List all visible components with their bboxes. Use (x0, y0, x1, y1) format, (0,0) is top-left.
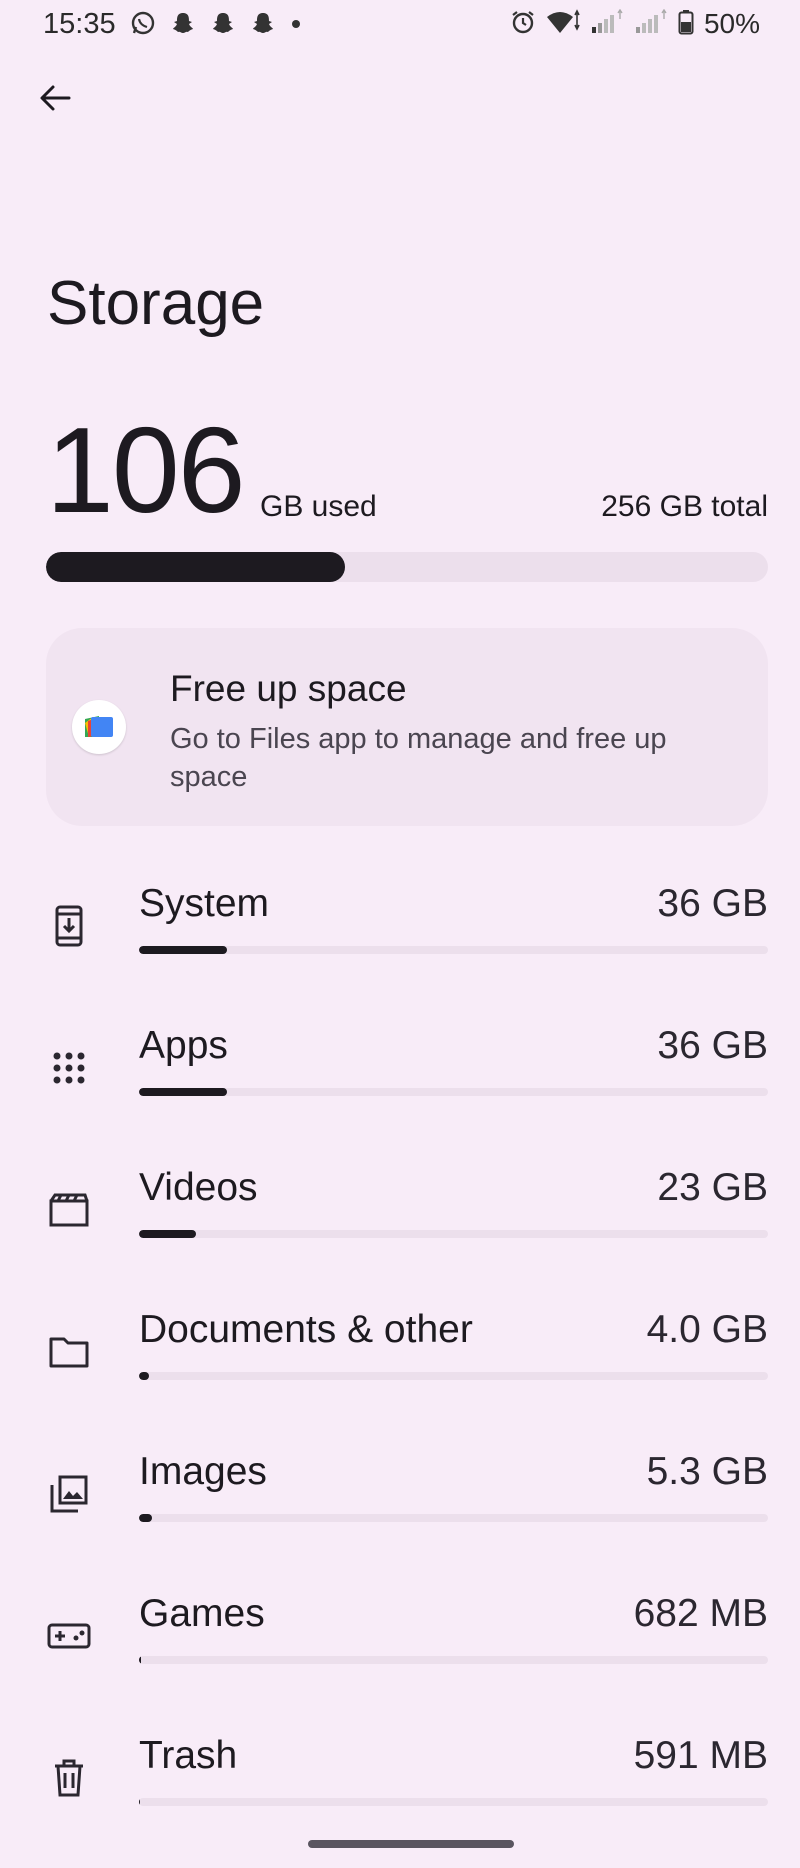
category-size: 4.0 GB (646, 1308, 768, 1351)
category-bar (139, 1372, 768, 1380)
category-system[interactable]: System 36 GB (0, 880, 800, 1010)
snapchat-icon (250, 10, 276, 41)
snapchat-icon (210, 10, 236, 41)
signal-icon (634, 8, 668, 40)
card-description: Go to Files app to manage and free up sp… (170, 723, 667, 793)
snapchat-icon (170, 10, 196, 41)
category-games[interactable]: Games 682 MB (0, 1590, 800, 1720)
category-bar-fill (139, 1088, 228, 1096)
used-value: 106 (46, 402, 246, 538)
category-size: 36 GB (657, 882, 768, 925)
arrow-back-icon (37, 80, 73, 121)
category-bar (139, 1656, 768, 1664)
image-library-icon (47, 1472, 91, 1516)
category-size: 36 GB (657, 1024, 768, 1067)
category-bar (139, 1088, 768, 1096)
battery-icon (678, 9, 694, 40)
files-app-icon (72, 700, 126, 754)
category-label: Images (139, 1450, 267, 1493)
apps-grid-icon (47, 1046, 91, 1090)
category-bar-fill (139, 1372, 150, 1380)
status-time: 15:35 (43, 8, 116, 40)
category-bar (139, 1798, 768, 1806)
category-bar-fill (139, 1798, 141, 1806)
notification-icons (130, 10, 302, 41)
dot-icon (290, 10, 302, 41)
signal-icon (590, 8, 624, 40)
movie-clapper-icon (47, 1188, 91, 1232)
system-status-icons: 50% (510, 8, 760, 40)
category-size: 5.3 GB (646, 1450, 768, 1493)
card-title: Free up space (170, 668, 407, 709)
back-button[interactable] (30, 75, 80, 125)
whatsapp-icon (130, 10, 156, 41)
status-bar: 15:35 50% (0, 0, 800, 50)
system-update-icon (47, 904, 91, 948)
category-apps[interactable]: Apps 36 GB (0, 1022, 800, 1152)
category-label: Apps (139, 1024, 228, 1067)
category-label: System (139, 882, 270, 925)
category-label: Documents & other (139, 1308, 473, 1351)
battery-percent: 50% (703, 8, 760, 39)
folder-icon (47, 1330, 91, 1374)
category-bar-fill (139, 1514, 153, 1522)
category-bar (139, 946, 768, 954)
category-size: 591 MB (633, 1734, 768, 1777)
category-label: Videos (139, 1166, 258, 1209)
category-size: 682 MB (633, 1592, 768, 1635)
total-capacity: 256 GB total (601, 490, 768, 523)
category-bar-fill (139, 946, 228, 954)
category-documents[interactable]: Documents & other 4.0 GB (0, 1306, 800, 1436)
category-label: Games (139, 1592, 265, 1635)
gamepad-icon (47, 1614, 91, 1658)
category-bar (139, 1514, 768, 1522)
gesture-nav-handle[interactable] (308, 1840, 514, 1848)
storage-usage-bar-fill (46, 552, 345, 582)
category-label: Trash (139, 1734, 238, 1777)
category-bar (139, 1230, 768, 1238)
wifi-icon (546, 8, 580, 40)
category-videos[interactable]: Videos 23 GB (0, 1164, 800, 1294)
storage-usage-bar (46, 552, 768, 582)
category-bar-fill (139, 1230, 196, 1238)
category-size: 23 GB (657, 1166, 768, 1209)
alarm-icon (510, 9, 536, 40)
page-title: Storage (47, 269, 265, 338)
category-bar-fill (139, 1656, 141, 1664)
trash-icon (47, 1756, 91, 1800)
used-unit: GB used (260, 490, 377, 523)
category-images[interactable]: Images 5.3 GB (0, 1448, 800, 1578)
free-up-space-card[interactable]: Free up space Go to Files app to manage … (46, 628, 768, 826)
